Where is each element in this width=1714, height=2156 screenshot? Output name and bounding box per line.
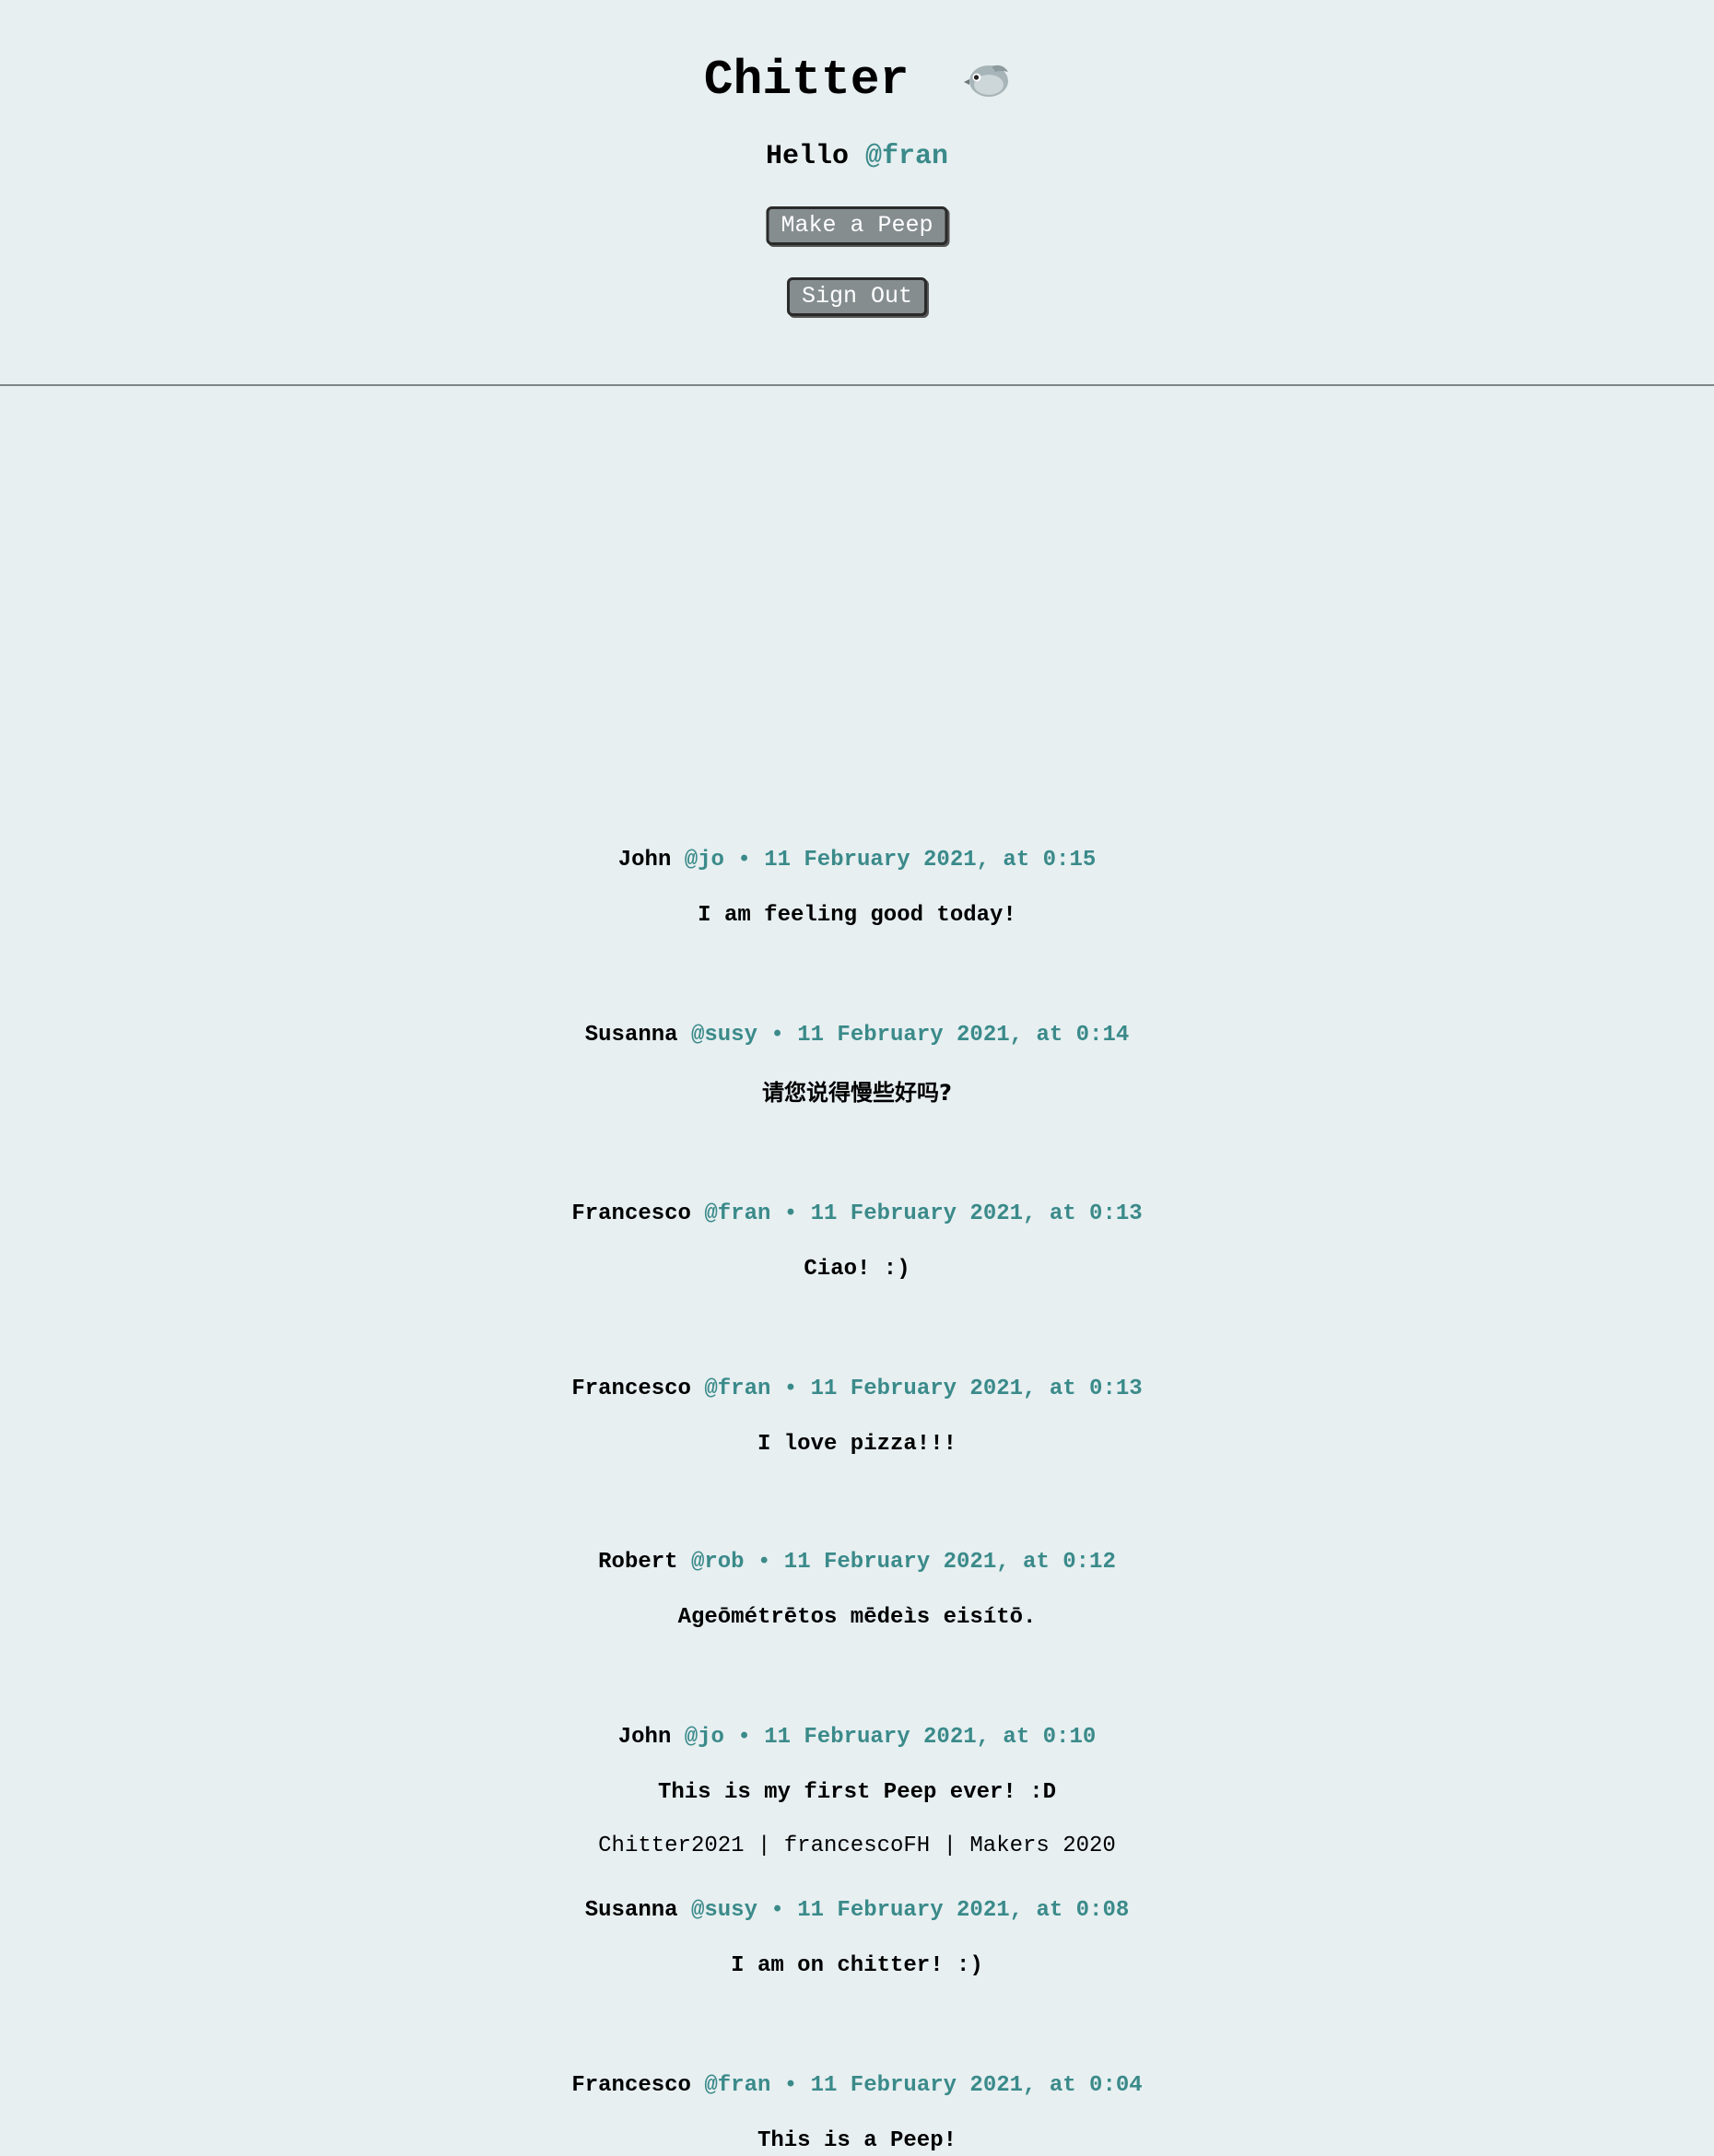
peep-text: I am feeling good today!	[698, 903, 1016, 928]
peep-author-handle[interactable]: @fran	[704, 1201, 770, 1226]
peep-timestamp: 11 February 2021, at 0:13	[810, 1377, 1143, 1401]
peep-item: Susanna @susy • 11 February 2021, at 0:1…	[0, 1021, 1714, 1107]
peep-author-handle[interactable]: @jo	[685, 1725, 724, 1750]
peep-author-handle[interactable]: @jo	[685, 848, 724, 873]
peep-author-name: Susanna	[584, 1898, 678, 1923]
sign-out-button[interactable]: Sign Out	[786, 277, 928, 316]
peep-text: I love pizza!!!	[757, 1432, 957, 1457]
peep-text: This is my first Peep ever! :D	[657, 1780, 1057, 1805]
peep-item: John @jo • 11 February 2021, at 0:15 I a…	[0, 846, 1714, 931]
peep-timestamp: 11 February 2021, at 0:13	[810, 1201, 1143, 1226]
peep-text: 请您说得慢些好吗?	[762, 1080, 952, 1106]
peep-author-handle[interactable]: @rob	[691, 1550, 745, 1575]
peep-author-handle[interactable]: @susy	[691, 1898, 757, 1923]
footer: Chitter2021 | francescoFH | Makers 2020	[598, 1834, 1116, 1858]
peep-separator: •	[783, 1201, 798, 1226]
peep-item: Francesco @fran • 11 February 2021, at 0…	[0, 2071, 1714, 2156]
peep-author-name: John	[617, 1725, 672, 1750]
greeting: Hello @fran	[0, 138, 1714, 175]
peep-meta: Francesco @fran • 11 February 2021, at 0…	[0, 1375, 1714, 1404]
peep-separator: •	[757, 1550, 771, 1575]
peep-meta: Robert @rob • 11 February 2021, at 0:12	[0, 1548, 1714, 1577]
peep-author-name: Robert	[598, 1550, 678, 1575]
page-title: Chitter	[0, 48, 1714, 112]
peep-meta: Susanna @susy • 11 February 2021, at 0:1…	[0, 1021, 1714, 1050]
peep-author-name: Susanna	[584, 1023, 678, 1048]
app-title: Chitter	[703, 53, 910, 108]
peep-author-name: Francesco	[571, 1201, 691, 1226]
peep-separator: •	[770, 1898, 784, 1923]
peep-timestamp: 11 February 2021, at 0:15	[764, 848, 1097, 873]
peep-separator: •	[737, 848, 751, 873]
peep-meta: Francesco @fran • 11 February 2021, at 0…	[0, 2071, 1714, 2101]
peep-item: Susanna @susy • 11 February 2021, at 0:0…	[0, 1896, 1714, 1981]
peep-item: Francesco @fran • 11 February 2021, at 0…	[0, 1200, 1714, 1284]
bird-icon	[964, 54, 1010, 97]
peep-author-name: Francesco	[571, 2073, 691, 2098]
peep-text: This is a Peep!	[757, 2128, 957, 2153]
peep-meta: Susanna @susy • 11 February 2021, at 0:0…	[0, 1896, 1714, 1926]
peep-author-handle[interactable]: @fran	[704, 1377, 770, 1401]
current-user-handle[interactable]: @fran	[865, 141, 948, 172]
peep-text: Ageōmétrētos mēdeìs eisítō.	[677, 1605, 1037, 1630]
peep-timestamp: 11 February 2021, at 0:04	[810, 2073, 1143, 2098]
peep-author-handle[interactable]: @susy	[691, 1023, 757, 1048]
header: Chitter Hello @fran Make a Peep Sign Out	[0, 0, 1714, 386]
peep-text: I am on chitter! :)	[731, 1953, 983, 1978]
peep-author-name: Francesco	[571, 1377, 691, 1401]
peep-separator: •	[783, 2073, 798, 2098]
peep-separator: •	[770, 1023, 784, 1048]
peep-timestamp: 11 February 2021, at 0:08	[797, 1898, 1130, 1923]
peep-timestamp: 11 February 2021, at 0:10	[764, 1725, 1097, 1750]
peep-item: Robert @rob • 11 February 2021, at 0:12 …	[0, 1548, 1714, 1633]
greeting-prefix: Hello	[765, 141, 849, 172]
peep-meta: John @jo • 11 February 2021, at 0:10	[0, 1723, 1714, 1752]
make-peep-button[interactable]: Make a Peep	[766, 206, 948, 245]
peep-separator: •	[783, 1377, 798, 1401]
peep-timestamp: 11 February 2021, at 0:12	[783, 1550, 1116, 1575]
peep-item: Francesco @fran • 11 February 2021, at 0…	[0, 1375, 1714, 1459]
header-divider	[0, 384, 1714, 386]
peep-meta: John @jo • 11 February 2021, at 0:15	[0, 846, 1714, 875]
peep-author-handle[interactable]: @fran	[704, 2073, 770, 2098]
peep-item: John @jo • 11 February 2021, at 0:10 Thi…	[0, 1723, 1714, 1808]
peep-author-name: John	[617, 848, 672, 873]
peep-timestamp: 11 February 2021, at 0:14	[797, 1023, 1130, 1048]
peep-meta: Francesco @fran • 11 February 2021, at 0…	[0, 1200, 1714, 1229]
peep-text: Ciao! :)	[804, 1257, 910, 1282]
peep-separator: •	[737, 1725, 751, 1750]
